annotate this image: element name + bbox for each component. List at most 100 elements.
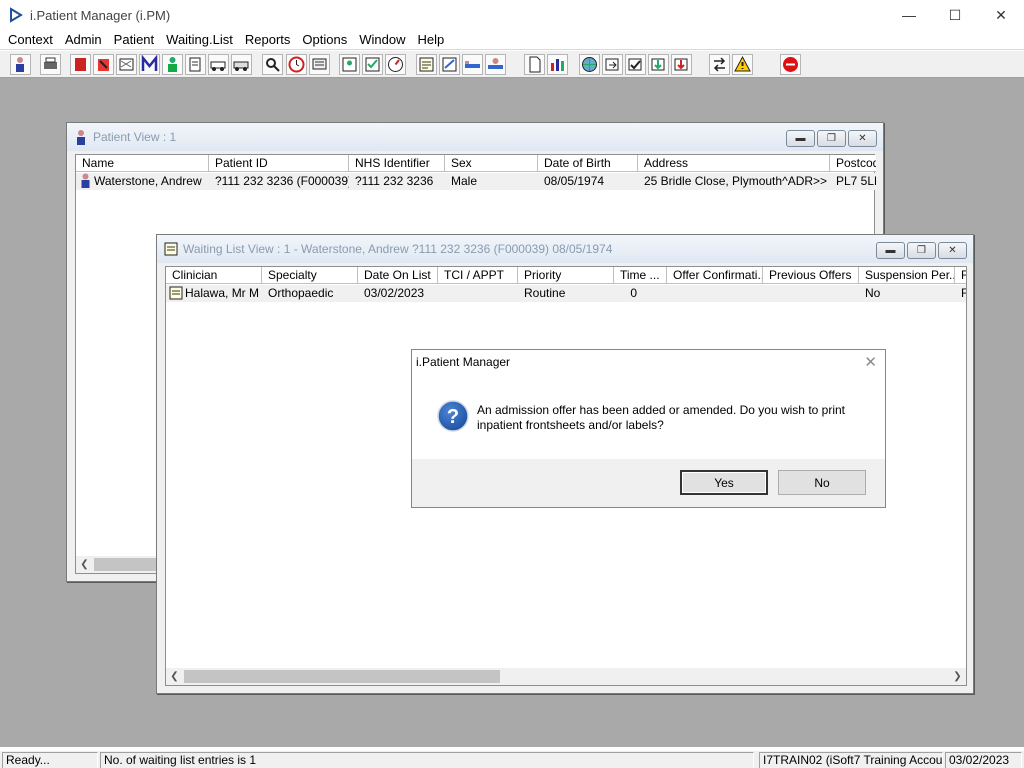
col-time[interactable]: Time ... xyxy=(614,267,667,284)
toolbar-letter-button[interactable] xyxy=(116,54,137,75)
toolbar-waiting-list-button[interactable] xyxy=(416,54,437,75)
printer-icon xyxy=(44,57,57,69)
menu-admin[interactable]: Admin xyxy=(59,30,108,50)
col-date-of-birth[interactable]: Date of Birth xyxy=(538,155,638,172)
col-previous-offers[interactable]: Previous Offers xyxy=(763,267,859,284)
menu-window[interactable]: Window xyxy=(353,30,411,50)
col-date-on-list[interactable]: Date On List xyxy=(358,267,438,284)
toolbar-clock-button[interactable] xyxy=(286,54,307,75)
cell-priority: Routine xyxy=(524,286,566,300)
window-close-button[interactable]: ✕ xyxy=(978,0,1024,30)
status-ready: Ready... xyxy=(2,752,98,768)
close-icon[interactable]: ✕ xyxy=(938,242,967,259)
scroll-right-icon[interactable]: ❯ xyxy=(949,668,966,685)
restore-icon[interactable]: ❐ xyxy=(907,242,936,259)
col-offer-confirmation[interactable]: Offer Confirmati... xyxy=(667,267,763,284)
yes-button[interactable]: Yes xyxy=(680,470,768,495)
window-minimize-button[interactable]: — xyxy=(886,0,932,30)
col-nhs-identifier[interactable]: NHS Identifier xyxy=(349,155,445,172)
toolbar-check-button[interactable] xyxy=(362,54,383,75)
toolbar-print-button[interactable] xyxy=(40,54,61,75)
waiting-list-horizontal-scrollbar[interactable]: ❮ ❯ xyxy=(166,668,966,685)
toolbar-list-edit-button[interactable] xyxy=(439,54,460,75)
menu-bar: Context Admin Patient Waiting.List Repor… xyxy=(0,30,1024,50)
scroll-left-icon[interactable]: ❮ xyxy=(76,556,93,573)
toolbar-admit-button[interactable] xyxy=(485,54,506,75)
toolbar-transport-button[interactable] xyxy=(231,54,252,75)
close-icon[interactable]: ✕ xyxy=(848,130,877,147)
toolbar-exit-button[interactable] xyxy=(780,54,801,75)
toolbar xyxy=(0,51,1024,78)
col-priority[interactable]: Priority xyxy=(518,267,614,284)
col-name[interactable]: Name xyxy=(76,155,209,172)
scroll-thumb[interactable] xyxy=(94,558,158,571)
col-clinician[interactable]: Clinician xyxy=(166,267,262,284)
toolbar-swap-button[interactable] xyxy=(709,54,730,75)
menu-context[interactable]: Context xyxy=(2,30,59,50)
cell-clinician: Halawa, Mr M xyxy=(166,285,262,302)
toolbar-timer-button[interactable] xyxy=(385,54,406,75)
menu-waiting-list[interactable]: Waiting.List xyxy=(160,30,239,50)
cell-previous-offers xyxy=(763,285,859,302)
cell-specialty: Orthopaedic xyxy=(268,286,334,300)
toolbar-referral-button[interactable] xyxy=(93,54,114,75)
toolbar-download-all-button[interactable] xyxy=(671,54,692,75)
exit-icon xyxy=(783,57,798,72)
no-button[interactable]: No xyxy=(778,470,866,495)
menu-reports[interactable]: Reports xyxy=(239,30,297,50)
toolbar-ambulance-button[interactable] xyxy=(208,54,229,75)
dialog-title: i.Patient Manager xyxy=(416,355,511,369)
globe-icon xyxy=(582,57,597,72)
col-sex[interactable]: Sex xyxy=(445,155,538,172)
toolbar-download-button[interactable] xyxy=(648,54,669,75)
table-row[interactable]: Halawa, Mr M Orthopaedic 03/02/2023 Rout… xyxy=(166,285,966,302)
toolbar-document-button[interactable] xyxy=(524,54,545,75)
menu-patient[interactable]: Patient xyxy=(108,30,160,50)
patient-horizontal-scrollbar[interactable]: ❮ xyxy=(76,556,158,573)
menu-help[interactable]: Help xyxy=(411,30,450,50)
question-icon: ? xyxy=(437,400,469,432)
col-suspension-period[interactable]: Suspension Per... xyxy=(859,267,955,284)
col-postcode[interactable]: Postcod xyxy=(830,155,876,172)
toolbar-m-button[interactable] xyxy=(139,54,160,75)
toolbar-patient-button[interactable] xyxy=(10,54,31,75)
window-maximize-button[interactable]: ☐ xyxy=(932,0,978,30)
table-row[interactable]: Waterstone, Andrew ?111 232 3236 (F00003… xyxy=(76,173,876,190)
menu-options[interactable]: Options xyxy=(296,30,353,50)
list-edit-icon xyxy=(442,57,457,72)
dialog-close-icon[interactable]: ✕ xyxy=(864,353,877,371)
cell-patient-id: ?111 232 3236 (F000039) xyxy=(215,174,349,188)
col-specialty[interactable]: Specialty xyxy=(262,267,358,284)
scroll-left-icon[interactable]: ❮ xyxy=(166,668,183,685)
col-f[interactable]: F xyxy=(955,267,966,284)
col-tci-appt[interactable]: TCI / APPT xyxy=(438,267,518,284)
download-all-icon xyxy=(674,58,688,71)
m-letter-icon xyxy=(141,55,158,71)
waiting-list-view-titlebar[interactable]: Waiting List View : 1 - Waterstone, Andr… xyxy=(157,235,973,263)
scroll-thumb[interactable] xyxy=(184,670,500,683)
toolbar-doctor-button[interactable] xyxy=(162,54,183,75)
waiting-list-icon xyxy=(419,57,434,72)
waiting-list-view-title: Waiting List View : 1 - Waterstone, Andr… xyxy=(183,242,613,256)
minimize-icon[interactable]: ▬ xyxy=(786,130,815,147)
toolbar-warning-button[interactable] xyxy=(732,54,753,75)
toolbar-search-button[interactable] xyxy=(262,54,283,75)
col-address[interactable]: Address xyxy=(638,155,830,172)
toolbar-approve-button[interactable] xyxy=(625,54,646,75)
document-icon xyxy=(529,56,541,73)
toolbar-ward-button[interactable] xyxy=(339,54,360,75)
col-patient-id[interactable]: Patient ID xyxy=(209,155,349,172)
patient-view-titlebar[interactable]: Patient View : 1 ▬ ❐ ✕ xyxy=(67,123,883,151)
minimize-icon[interactable]: ▬ xyxy=(876,242,905,259)
dialog-message: An admission offer has been added or ame… xyxy=(477,403,846,432)
toolbar-report-button[interactable] xyxy=(547,54,568,75)
toolbar-casenote-button[interactable] xyxy=(70,54,91,75)
cell-offer-confirmation xyxy=(667,285,763,302)
toolbar-notes-button[interactable] xyxy=(185,54,206,75)
print-confirm-dialog[interactable]: i.Patient Manager ✕ ? An admission offer… xyxy=(411,349,886,508)
toolbar-forward-button[interactable] xyxy=(602,54,623,75)
toolbar-globe-button[interactable] xyxy=(579,54,600,75)
restore-icon[interactable]: ❐ xyxy=(817,130,846,147)
toolbar-screen-button[interactable] xyxy=(309,54,330,75)
toolbar-bed-button[interactable] xyxy=(462,54,483,75)
